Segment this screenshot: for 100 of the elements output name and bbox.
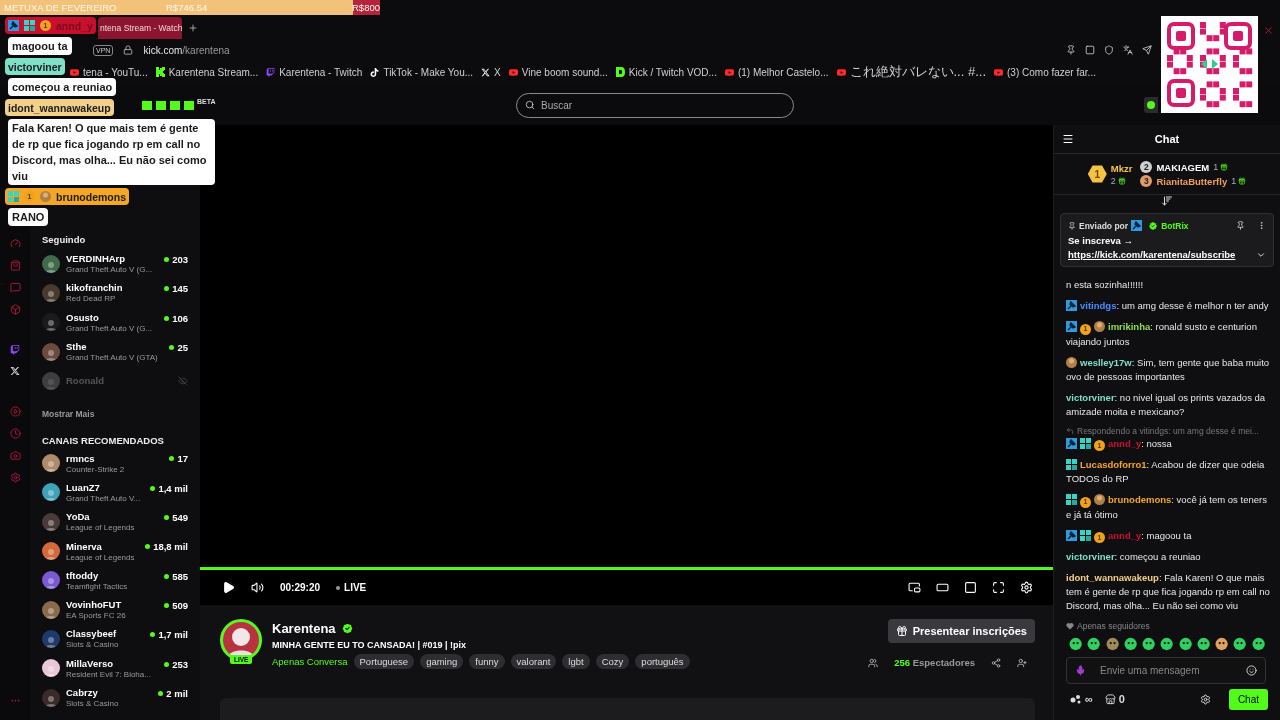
emote-icon[interactable] [1123,637,1138,651]
channel-name[interactable]: LuanZ7 [66,481,145,493]
bookmark-link[interactable]: (3) Como fazer far... [994,66,1096,78]
og-badge-icon [1080,437,1091,449]
channel-avatar[interactable] [42,483,60,502]
close-icon[interactable] [1263,25,1274,36]
category-link[interactable]: Apenas Conversa [272,656,348,667]
channel-avatar[interactable] [42,600,60,619]
address-bar[interactable]: kick.com/karentena [143,44,230,56]
box-icon[interactable] [9,304,21,315]
channel-avatar[interactable] [42,659,60,678]
channel-avatar[interactable] [42,542,60,560]
bookmark-link[interactable]: Kick / Twitch VOD... [615,66,717,78]
collapse-icon[interactable] [1062,133,1074,145]
emote-icon[interactable] [1215,637,1229,651]
emote-icon[interactable] [1142,637,1156,651]
play-icon[interactable] [222,581,235,594]
expand-icon[interactable] [1256,250,1266,260]
emote-icon[interactable] [1178,637,1192,651]
mini-player-icon[interactable] [908,581,921,594]
rank-badge: 3 [1140,175,1153,187]
emote-icon[interactable] [1160,637,1174,651]
channel-name[interactable]: Osusto [66,311,159,323]
bookmark-link[interactable]: TikTok - Make You... [370,66,474,78]
twitch-icon[interactable] [10,345,20,355]
microphone-icon[interactable] [1075,665,1086,676]
chat-input-field[interactable]: Envie uma mensagem [1066,657,1266,684]
send-icon[interactable] [1142,45,1152,55]
goal-title: METUXA DE FEVEREIRO [3,2,118,13]
channel-name[interactable]: Sthe [66,341,164,353]
pin-icon[interactable] [1236,221,1245,230]
username: idont_wannawakeup [8,101,111,114]
snapshot-icon[interactable] [1085,45,1095,55]
tag[interactable]: Portuguese [353,654,415,669]
show-more-link[interactable]: Mostrar Mais [42,409,188,420]
bookmark-link[interactable]: Karentena Stream... [155,66,259,78]
channel-name[interactable]: VERDINHArp [66,253,159,265]
channel-category: Red Dead RP [66,294,117,304]
follow-icon[interactable] [1017,657,1027,668]
channel-avatar[interactable] [42,454,60,473]
tag[interactable]: português [635,654,690,669]
browser-tab[interactable]: ntena Stream - Watch [98,17,182,39]
filter-icon[interactable] [1161,195,1173,207]
channel-name[interactable]: tftoddy [66,569,159,581]
bookmark-link[interactable]: Karentena - Twitch [266,66,363,78]
kick-button[interactable] [1144,97,1158,113]
tag[interactable]: lgbt [562,654,590,669]
channel-name[interactable]: YoDa [66,511,159,523]
shield-icon[interactable] [1104,45,1114,55]
channel-name[interactable]: MillaVerso [66,657,159,669]
channel-category: Teamfight Tactics [66,581,129,591]
new-tab-icon[interactable] [188,23,198,33]
bookmark-link[interactable]: X [481,66,501,78]
rank-badge: 2 [1140,161,1153,173]
subscribe-link[interactable]: https://kick.com/karentena/subscribe [1068,249,1236,260]
tag[interactable]: Cozy [595,654,630,669]
chat-bubble: RANO [8,208,49,226]
emote-icon[interactable] [1251,637,1265,651]
emote-icon[interactable] [1196,637,1211,651]
moderator-badge-icon [1066,529,1077,541]
channel-name[interactable]: Classybeef [66,628,145,640]
bookmark-link[interactable]: (1) Melhor Castelo... [724,66,829,78]
cinema-mode-icon[interactable] [964,581,977,594]
channel-avatar[interactable] [42,342,60,361]
fullscreen-icon[interactable] [992,581,1005,594]
bookmark-link[interactable]: tena - YouTu... [70,66,148,78]
search-field[interactable]: Buscar [516,92,794,118]
channel-category: Grand Theft Auto V... [66,493,142,503]
volume-icon[interactable] [251,581,264,594]
emote-icon[interactable] [1087,637,1101,651]
kick-logo-drawing[interactable] [142,100,194,110]
channel-name[interactable]: VovinhoFUT [66,599,159,611]
theater-icon[interactable] [936,581,949,594]
emote-badge-icon [1066,356,1077,368]
store-icon[interactable] [1104,693,1116,705]
tag[interactable]: gaming [420,654,464,669]
points-icon[interactable] [1070,694,1082,704]
pin-icon [1068,221,1076,230]
emote-icon[interactable] [1069,637,1083,651]
tag[interactable]: valorant [510,654,557,669]
channel-name[interactable]: rmncs [66,452,164,464]
channel-name[interactable]: Karentena [272,621,336,636]
emote-icon[interactable] [1233,637,1247,651]
tag[interactable]: funny [469,654,505,669]
share-icon[interactable] [991,657,1001,668]
send-button[interactable]: Chat [1228,688,1268,710]
channel-name[interactable]: kikofranchin [66,282,159,294]
bookmark-link[interactable]: Vine boom sound... [508,66,608,78]
translate-icon[interactable] [1123,45,1133,55]
bookmark-link[interactable]: これ絶対バレない... #... [836,63,986,81]
emoji-icon[interactable] [1246,665,1257,676]
channel-avatar[interactable] [42,571,60,590]
pin-icon[interactable] [1066,45,1076,55]
channel-avatar[interactable] [42,254,60,273]
emote-icon[interactable] [1105,637,1119,651]
channel-name[interactable]: Minerva [66,540,140,552]
channel-name[interactable]: Cabrzy [66,687,153,698]
more-icon[interactable] [1257,221,1266,230]
x-logo-icon[interactable] [10,366,20,376]
gift-subs-button[interactable]: Presentear inscrições [887,619,1035,643]
